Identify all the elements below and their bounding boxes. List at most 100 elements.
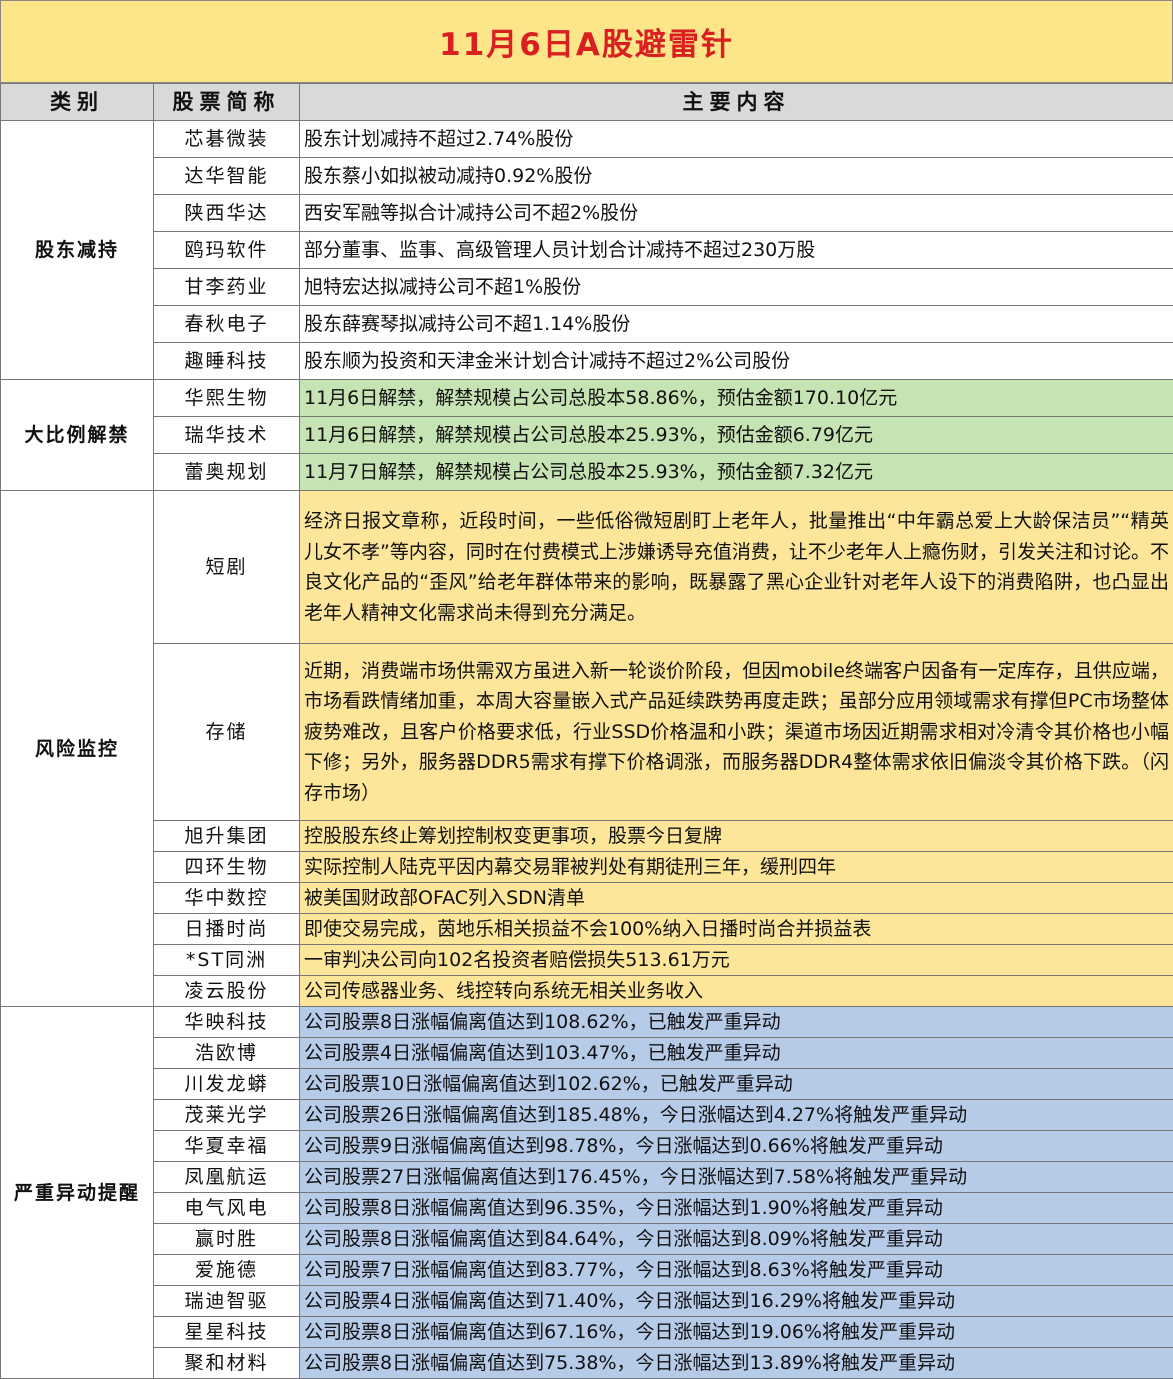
table-row: 风险监控短剧经济日报文章称，近段时间，一些低俗微短剧盯上老年人，批量推出“中年霸… (1, 491, 1173, 644)
content-cell: 11月6日解禁，解禁规模占公司总股本58.86%，预估金额170.10亿元 (300, 380, 1173, 417)
stock-name-cell: 春秋电子 (154, 306, 300, 343)
stock-name-cell: *ST同洲 (154, 945, 300, 976)
content-cell: 股东薛赛琴拟减持公司不超1.14%股份 (300, 306, 1173, 343)
content-cell: 公司股票8日涨幅偏离值达到108.62%，已触发严重异动 (300, 1007, 1173, 1038)
stock-name-cell: 凌云股份 (154, 976, 300, 1007)
content-cell: 近期，消费端市场供需双方虽进入新一轮谈价阶段，但因mobile终端客户因备有一定… (300, 644, 1173, 821)
content-cell: 11月7日解禁，解禁规模占公司总股本25.93%，预估金额7.32亿元 (300, 454, 1173, 491)
content-cell: 公司股票27日涨幅偏离值达到176.45%，今日涨幅达到7.58%将触发严重异动 (300, 1162, 1173, 1193)
content-cell: 公司股票4日涨幅偏离值达到103.47%，已触发严重异动 (300, 1038, 1173, 1069)
table-row: 四环生物实际控制人陆克平因内幕交易罪被判处有期徒刑三年，缓刑四年 (1, 852, 1173, 883)
stock-name-cell: 四环生物 (154, 852, 300, 883)
table-row: 股东减持芯碁微装股东计划减持不超过2.74%股份 (1, 121, 1173, 158)
header-content: 主要内容 (300, 84, 1173, 121)
category-cell: 大比例解禁 (1, 380, 154, 491)
table-row: 旭升集团控股股东终止筹划控制权变更事项，股票今日复牌 (1, 821, 1173, 852)
content-cell: 股东蔡小如拟被动减持0.92%股份 (300, 158, 1173, 195)
content-cell: 公司股票8日涨幅偏离值达到75.38%，今日涨幅达到13.89%将触发严重异动 (300, 1348, 1173, 1379)
stock-name-cell: 瑞迪智驱 (154, 1286, 300, 1317)
table-row: 川发龙蟒公司股票10日涨幅偏离值达到102.62%，已触发严重异动 (1, 1069, 1173, 1100)
stock-name-cell: 旭升集团 (154, 821, 300, 852)
stock-name-cell: 星星科技 (154, 1317, 300, 1348)
stock-name-cell: 短剧 (154, 491, 300, 644)
table-row: 聚和材料公司股票8日涨幅偏离值达到75.38%，今日涨幅达到13.89%将触发严… (1, 1348, 1173, 1379)
stock-name-cell: 爱施德 (154, 1255, 300, 1286)
table-row: 赢时胜公司股票8日涨幅偏离值达到84.64%，今日涨幅达到8.09%将触发严重异… (1, 1224, 1173, 1255)
stock-name-cell: 芯碁微装 (154, 121, 300, 158)
content-cell: 公司股票9日涨幅偏离值达到98.78%，今日涨幅达到0.66%将触发严重异动 (300, 1131, 1173, 1162)
table-row: 陕西华达西安军融等拟合计减持公司不超2%股份 (1, 195, 1173, 232)
header-category: 类别 (1, 84, 154, 121)
stock-name-cell: 日播时尚 (154, 914, 300, 945)
table-row: 电气风电公司股票8日涨幅偏离值达到96.35%，今日涨幅达到1.90%将触发严重… (1, 1193, 1173, 1224)
category-cell: 股东减持 (1, 121, 154, 380)
content-cell: 公司股票8日涨幅偏离值达到84.64%，今日涨幅达到8.09%将触发严重异动 (300, 1224, 1173, 1255)
stock-name-cell: 陕西华达 (154, 195, 300, 232)
table-row: 鸥玛软件部分董事、监事、高级管理人员计划合计减持不超过230万股 (1, 232, 1173, 269)
table-row: 浩欧博公司股票4日涨幅偏离值达到103.47%，已触发严重异动 (1, 1038, 1173, 1069)
table-row: 趣睡科技股东顺为投资和天津金米计划合计减持不超过2%公司股份 (1, 343, 1173, 380)
table-row: 存储近期，消费端市场供需双方虽进入新一轮谈价阶段，但因mobile终端客户因备有… (1, 644, 1173, 821)
table-row: 严重异动提醒华映科技公司股票8日涨幅偏离值达到108.62%，已触发严重异动 (1, 1007, 1173, 1038)
table-row: 蕾奥规划11月7日解禁，解禁规模占公司总股本25.93%，预估金额7.32亿元 (1, 454, 1173, 491)
table-row: 大比例解禁华熙生物11月6日解禁，解禁规模占公司总股本58.86%，预估金额17… (1, 380, 1173, 417)
table-row: 凤凰航运公司股票27日涨幅偏离值达到176.45%，今日涨幅达到7.58%将触发… (1, 1162, 1173, 1193)
content-cell: 股东顺为投资和天津金米计划合计减持不超过2%公司股份 (300, 343, 1173, 380)
table-row: 日播时尚即使交易完成，茵地乐相关损益不会100%纳入日播时尚合并损益表 (1, 914, 1173, 945)
risk-table: 类别 股票简称 主要内容 股东减持芯碁微装股东计划减持不超过2.74%股份达华智… (0, 83, 1173, 1379)
content-cell: 公司传感器业务、线控转向系统无相关业务收入 (300, 976, 1173, 1007)
stock-name-cell: 赢时胜 (154, 1224, 300, 1255)
stock-name-cell: 鸥玛软件 (154, 232, 300, 269)
content-cell: 一审判决公司向102名投资者赔偿损失513.61万元 (300, 945, 1173, 976)
table-row: 甘李药业旭特宏达拟减持公司不超1%股份 (1, 269, 1173, 306)
stock-name-cell: 存储 (154, 644, 300, 821)
table-row: 春秋电子股东薛赛琴拟减持公司不超1.14%股份 (1, 306, 1173, 343)
content-cell: 公司股票10日涨幅偏离值达到102.62%，已触发严重异动 (300, 1069, 1173, 1100)
content-cell: 公司股票4日涨幅偏离值达到71.40%，今日涨幅达到16.29%将触发严重异动 (300, 1286, 1173, 1317)
content-cell: 被美国财政部OFAC列入SDN清单 (300, 883, 1173, 914)
table-row: *ST同洲一审判决公司向102名投资者赔偿损失513.61万元 (1, 945, 1173, 976)
risk-table-body: 类别 股票简称 主要内容 股东减持芯碁微装股东计划减持不超过2.74%股份达华智… (1, 84, 1173, 1379)
stock-name-cell: 浩欧博 (154, 1038, 300, 1069)
stock-name-cell: 趣睡科技 (154, 343, 300, 380)
content-cell: 旭特宏达拟减持公司不超1%股份 (300, 269, 1173, 306)
stock-name-cell: 茂莱光学 (154, 1100, 300, 1131)
stock-name-cell: 华熙生物 (154, 380, 300, 417)
stock-name-cell: 聚和材料 (154, 1348, 300, 1379)
content-cell: 公司股票26日涨幅偏离值达到185.48%，今日涨幅达到4.27%将触发严重异动 (300, 1100, 1173, 1131)
content-cell: 公司股票8日涨幅偏离值达到67.16%，今日涨幅达到19.06%将触发严重异动 (300, 1317, 1173, 1348)
table-row: 华夏幸福公司股票9日涨幅偏离值达到98.78%，今日涨幅达到0.66%将触发严重… (1, 1131, 1173, 1162)
content-cell: 11月6日解禁，解禁规模占公司总股本25.93%，预估金额6.79亿元 (300, 417, 1173, 454)
avoid-risk-sheet: 11月6日A股避雷针 类别 股票简称 主要内容 股东减持芯碁微装股东计划减持不超… (0, 0, 1173, 1372)
stock-name-cell: 蕾奥规划 (154, 454, 300, 491)
table-row: 瑞迪智驱公司股票4日涨幅偏离值达到71.40%，今日涨幅达到16.29%将触发严… (1, 1286, 1173, 1317)
category-cell: 严重异动提醒 (1, 1007, 154, 1379)
stock-name-cell: 达华智能 (154, 158, 300, 195)
content-cell: 西安军融等拟合计减持公司不超2%股份 (300, 195, 1173, 232)
stock-name-cell: 瑞华技术 (154, 417, 300, 454)
stock-name-cell: 凤凰航运 (154, 1162, 300, 1193)
table-header-row: 类别 股票简称 主要内容 (1, 84, 1173, 121)
content-cell: 公司股票8日涨幅偏离值达到96.35%，今日涨幅达到1.90%将触发严重异动 (300, 1193, 1173, 1224)
table-row: 瑞华技术11月6日解禁，解禁规模占公司总股本25.93%，预估金额6.79亿元 (1, 417, 1173, 454)
table-row: 茂莱光学公司股票26日涨幅偏离值达到185.48%，今日涨幅达到4.27%将触发… (1, 1100, 1173, 1131)
content-cell: 经济日报文章称，近段时间，一些低俗微短剧盯上老年人，批量推出“中年霸总爱上大龄保… (300, 491, 1173, 644)
stock-name-cell: 华夏幸福 (154, 1131, 300, 1162)
stock-name-cell: 华映科技 (154, 1007, 300, 1038)
table-row: 达华智能股东蔡小如拟被动减持0.92%股份 (1, 158, 1173, 195)
content-cell: 公司股票7日涨幅偏离值达到83.77%，今日涨幅达到8.63%将触发严重异动 (300, 1255, 1173, 1286)
content-cell: 部分董事、监事、高级管理人员计划合计减持不超过230万股 (300, 232, 1173, 269)
table-row: 华中数控被美国财政部OFAC列入SDN清单 (1, 883, 1173, 914)
stock-name-cell: 华中数控 (154, 883, 300, 914)
content-cell: 即使交易完成，茵地乐相关损益不会100%纳入日播时尚合并损益表 (300, 914, 1173, 945)
stock-name-cell: 川发龙蟒 (154, 1069, 300, 1100)
table-row: 星星科技公司股票8日涨幅偏离值达到67.16%，今日涨幅达到19.06%将触发严… (1, 1317, 1173, 1348)
sheet-title: 11月6日A股避雷针 (0, 0, 1173, 83)
content-cell: 股东计划减持不超过2.74%股份 (300, 121, 1173, 158)
content-cell: 控股股东终止筹划控制权变更事项，股票今日复牌 (300, 821, 1173, 852)
table-row: 爱施德公司股票7日涨幅偏离值达到83.77%，今日涨幅达到8.63%将触发严重异… (1, 1255, 1173, 1286)
stock-name-cell: 甘李药业 (154, 269, 300, 306)
content-cell: 实际控制人陆克平因内幕交易罪被判处有期徒刑三年，缓刑四年 (300, 852, 1173, 883)
table-row: 凌云股份公司传感器业务、线控转向系统无相关业务收入 (1, 976, 1173, 1007)
header-stock: 股票简称 (154, 84, 300, 121)
